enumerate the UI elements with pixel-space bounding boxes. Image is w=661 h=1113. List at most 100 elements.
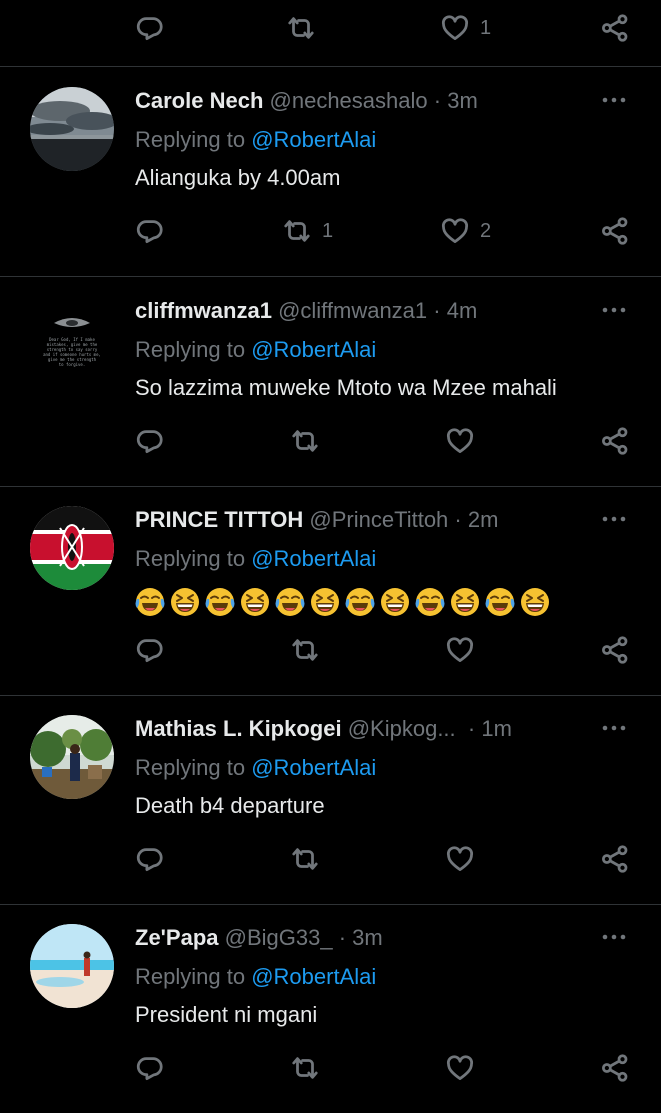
user-handle[interactable]: @Kipkog... xyxy=(348,716,456,741)
display-name[interactable]: cliffmwanza1 xyxy=(135,298,272,323)
more-dots-icon[interactable] xyxy=(599,299,629,321)
reply-button[interactable] xyxy=(135,843,175,875)
timestamp[interactable]: 1m xyxy=(481,716,512,741)
like-button[interactable] xyxy=(445,1052,485,1084)
reply-button[interactable] xyxy=(135,634,175,666)
tweet[interactable]: Dear God, If I make mistakes, give me th… xyxy=(0,277,661,487)
tweet-header: Carole Nech @nechesashalo · 3m xyxy=(135,88,478,113)
like-button[interactable] xyxy=(445,843,485,875)
tears-of-joy-emoji xyxy=(275,587,305,617)
share-button[interactable] xyxy=(600,12,630,44)
grinning-squinting-emoji xyxy=(450,587,480,617)
reply-button[interactable] xyxy=(135,215,175,247)
share-icon xyxy=(600,1053,630,1083)
heart-icon xyxy=(445,635,475,665)
avatar-text-line: to forgive. xyxy=(59,362,86,367)
share-button[interactable] xyxy=(600,1052,630,1084)
retweet-icon xyxy=(290,635,320,665)
like-button[interactable]: 1 xyxy=(440,12,491,44)
retweet-button[interactable] xyxy=(290,1052,330,1084)
tweet[interactable]: Carole Nech @nechesashalo · 3m Replying … xyxy=(0,67,661,277)
mention-link[interactable]: @RobertAlai xyxy=(251,964,376,989)
user-handle[interactable]: @PrinceTittoh xyxy=(309,507,448,532)
retweet-button[interactable] xyxy=(290,425,330,457)
like-button[interactable] xyxy=(445,634,485,666)
heart-icon xyxy=(445,426,475,456)
like-button[interactable] xyxy=(445,425,485,457)
replying-to: Replying to @RobertAlai xyxy=(135,964,377,989)
share-button[interactable] xyxy=(600,215,630,247)
grinning-squinting-emoji xyxy=(240,587,270,617)
user-handle[interactable]: @cliffmwanza1 xyxy=(278,298,427,323)
retweet-icon xyxy=(290,1053,320,1083)
comment-icon xyxy=(135,426,165,456)
replying-to: Replying to @RobertAlai xyxy=(135,546,377,571)
mention-link[interactable]: @RobertAlai xyxy=(251,127,376,152)
retweet-icon xyxy=(282,216,312,246)
tears-of-joy-emoji xyxy=(345,587,375,617)
tweet[interactable]: Mathias L. Kipkogei @Kipkog... · 1m Repl… xyxy=(0,695,661,905)
more-dots-icon[interactable] xyxy=(599,508,629,530)
timestamp[interactable]: 4m xyxy=(447,298,478,323)
grinning-squinting-emoji xyxy=(310,587,340,617)
display-name[interactable]: Mathias L. Kipkogei xyxy=(135,716,342,741)
mention-link[interactable]: @RobertAlai xyxy=(251,546,376,571)
reply-button[interactable] xyxy=(135,12,175,44)
reply-button[interactable] xyxy=(135,1052,175,1084)
tweet-header: Mathias L. Kipkogei @Kipkog... · 1m xyxy=(135,716,512,741)
heart-icon xyxy=(445,1053,475,1083)
tweet-text: Alianguka by 4.00am xyxy=(135,165,341,190)
retweet-button[interactable]: 1 xyxy=(282,215,333,247)
heart-icon xyxy=(440,13,470,43)
heart-icon xyxy=(440,216,470,246)
share-button[interactable] xyxy=(600,425,630,457)
comment-icon xyxy=(135,216,165,246)
share-icon xyxy=(600,216,630,246)
timestamp[interactable]: 3m xyxy=(447,88,478,113)
like-button[interactable]: 2 xyxy=(440,215,491,247)
reply-button[interactable] xyxy=(135,425,175,457)
grinning-squinting-emoji xyxy=(520,587,550,617)
share-button[interactable] xyxy=(600,634,630,666)
mention-link[interactable]: @RobertAlai xyxy=(251,755,376,780)
tweet-text: Death b4 departure xyxy=(135,793,325,818)
heart-icon xyxy=(445,844,475,874)
avatar[interactable] xyxy=(30,715,114,799)
tweet[interactable]: Ze'Papa @BigG33_ · 3m Replying to @Rober… xyxy=(0,904,661,1113)
tears-of-joy-emoji xyxy=(485,587,515,617)
comment-icon xyxy=(135,844,165,874)
previous-tweet-actions: 1 xyxy=(0,0,661,67)
timestamp[interactable]: 2m xyxy=(468,507,499,532)
comment-icon xyxy=(135,635,165,665)
display-name[interactable]: Ze'Papa xyxy=(135,925,219,950)
tears-of-joy-emoji xyxy=(135,587,165,617)
avatar[interactable]: Dear God, If I make mistakes, give me th… xyxy=(30,297,114,381)
avatar[interactable] xyxy=(30,924,114,1008)
share-icon xyxy=(600,426,630,456)
share-button[interactable] xyxy=(600,843,630,875)
more-dots-icon[interactable] xyxy=(599,89,629,111)
retweet-button[interactable] xyxy=(286,12,326,44)
retweet-button[interactable] xyxy=(290,634,330,666)
more-dots-icon[interactable] xyxy=(599,717,629,739)
tweet-header: cliffmwanza1 @cliffmwanza1 · 4m xyxy=(135,298,478,323)
tweet[interactable]: PRINCE TITTOH @PrinceTittoh · 2m Replyin… xyxy=(0,486,661,696)
replying-to: Replying to @RobertAlai xyxy=(135,337,377,362)
retweet-icon xyxy=(290,844,320,874)
grinning-squinting-emoji xyxy=(170,587,200,617)
retweet-icon xyxy=(290,426,320,456)
tweet-header: Ze'Papa @BigG33_ · 3m xyxy=(135,925,383,950)
avatar[interactable] xyxy=(30,87,114,171)
more-dots-icon[interactable] xyxy=(599,926,629,948)
comment-icon xyxy=(135,1053,165,1083)
user-handle[interactable]: @nechesashalo xyxy=(270,88,428,113)
avatar[interactable] xyxy=(30,506,114,590)
display-name[interactable]: Carole Nech xyxy=(135,88,263,113)
display-name[interactable]: PRINCE TITTOH xyxy=(135,507,303,532)
user-handle[interactable]: @BigG33_ xyxy=(225,925,333,950)
retweet-button[interactable] xyxy=(290,843,330,875)
timestamp[interactable]: 3m xyxy=(352,925,383,950)
share-icon xyxy=(600,635,630,665)
replying-to: Replying to @RobertAlai xyxy=(135,127,377,152)
mention-link[interactable]: @RobertAlai xyxy=(251,337,376,362)
